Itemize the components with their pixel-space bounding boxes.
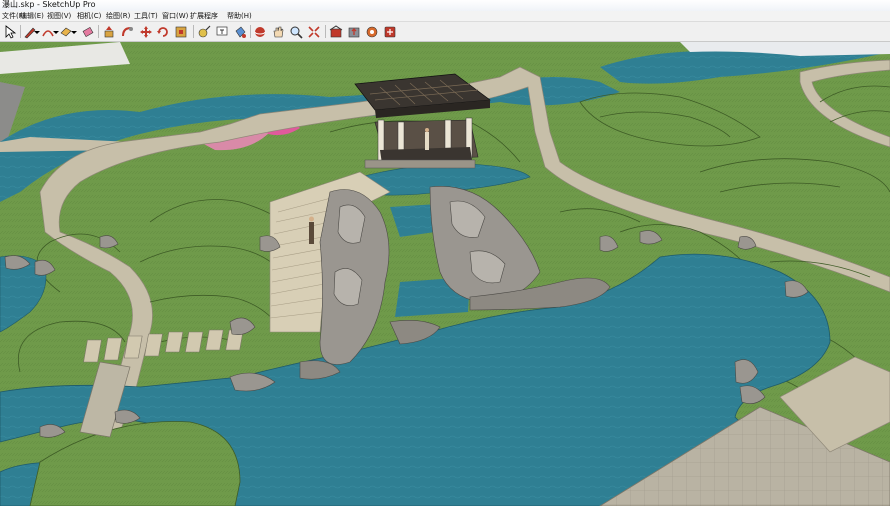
move-tool-button[interactable] [138,24,154,39]
scale-tool-button[interactable] [173,24,189,39]
magnifier-icon [290,26,303,39]
follow-me-icon [122,26,133,36]
eraser-icon [82,26,94,37]
toolbar-separator [98,25,99,38]
paint-bucket-icon [235,26,246,38]
tape-measure-icon [198,25,211,37]
menu-window[interactable]: 窗口(W) [162,11,188,21]
menu-tools[interactable]: 工具(T) [134,11,158,21]
menu-draw[interactable]: 绘图(R) [106,11,130,21]
text-tool-button[interactable] [214,24,230,39]
model-viewport[interactable] [0,42,890,506]
push-pull-icon [104,25,114,37]
move-arrows-icon [140,25,152,38]
share-model-tool-button[interactable] [346,24,362,39]
pan-tool-button[interactable] [270,24,286,39]
tape-measure-tool-button[interactable] [196,24,212,39]
rotate-icon [157,26,168,37]
orbit-icon [254,26,266,37]
eraser-tool-button[interactable] [80,24,96,39]
chevron-down-icon [71,30,77,34]
share-model-icon [348,27,360,37]
paint-bucket-tool-button[interactable] [232,24,248,39]
menu-view[interactable]: 视图(V) [47,11,71,21]
warehouse-tool-button[interactable] [328,24,344,39]
scale-icon [175,26,187,37]
components-icon [384,26,396,37]
arrow-cursor-icon [5,24,17,39]
menu-bar: 文件(F) 编辑(E) 视图(V) 相机(C) 绘图(R) 工具(T) 窗口(W… [0,11,890,22]
zoom-extents-tool-button[interactable] [306,24,322,39]
toolbar-separator [325,25,326,38]
rotate-tool-button[interactable] [155,24,171,39]
menu-help[interactable]: 帮助(H) [227,11,252,21]
warehouse-icon [329,24,343,37]
extension-warehouse-tool-button[interactable] [364,24,380,39]
push-pull-tool-button[interactable] [101,24,117,39]
orbit-tool-button[interactable] [252,24,268,39]
scene-canvas [0,42,890,506]
menu-edit[interactable]: 编辑(E) [20,11,44,21]
toolbar-separator [193,25,194,38]
components-tool-button[interactable] [382,24,398,39]
rectangle-dropdown[interactable] [70,24,78,39]
text-label-icon [216,26,228,35]
zoom-extents-icon [308,25,320,38]
select-tool-button[interactable] [2,24,18,39]
menu-camera[interactable]: 相机(C) [77,11,101,21]
zoom-tool-button[interactable] [288,24,304,39]
toolbar-separator [250,25,251,38]
follow-me-tool-button[interactable] [120,24,136,39]
extension-warehouse-icon [366,26,378,37]
window-title: 瀑山.skp - SketchUp Pro [2,0,96,9]
hand-icon [273,26,284,37]
toolbar-separator [20,25,21,38]
main-toolbar [0,22,890,42]
menu-extensions[interactable]: 扩展程序 [190,11,218,21]
